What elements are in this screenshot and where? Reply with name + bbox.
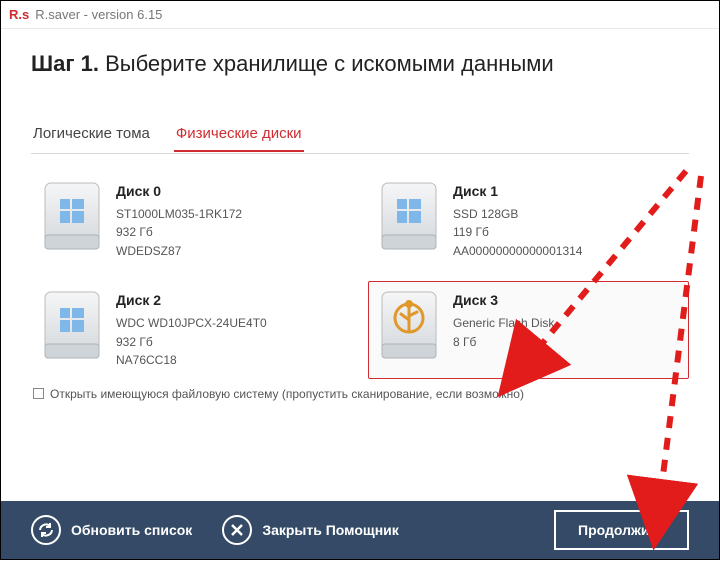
refresh-label: Обновить список [71,522,192,538]
skip-scan-label: Открыть имеющуюся файловую систему (проп… [50,387,524,401]
hdd-windows-icon [42,290,102,362]
hdd-windows-icon [42,181,102,253]
disk-model: ST1000LM035-1RK172 [116,205,242,224]
refresh-icon [31,515,61,545]
disk-title: Диск 2 [116,290,267,312]
disk-size: 8 Гб [453,333,554,352]
disk-size: 932 Гб [116,223,242,242]
disk-model: SSD 128GB [453,205,582,224]
tab-logical-volumes[interactable]: Логические тома [31,119,152,152]
step-number: Шаг 1. [31,51,99,76]
disk-item[interactable]: Диск 0 ST1000LM035-1RK172 932 Гб WDEDSZ8… [31,172,352,269]
footer-bar: Обновить список Закрыть Помощник Продолж… [1,501,719,559]
disk-model: Generic Flash Disk [453,314,554,333]
close-label: Закрыть Помощник [262,522,398,538]
tab-bar: Логические тома Физические диски [31,119,689,153]
titlebar: R.s R.saver - version 6.15 [1,1,719,29]
close-assistant-button[interactable]: Закрыть Помощник [222,515,398,545]
disk-item-selected[interactable]: Диск 3 Generic Flash Disk 8 Гб [368,281,689,378]
disk-serial: NA76CC18 [116,351,267,370]
disk-serial: AA00000000000001314 [453,242,582,261]
app-name: R.saver - version 6.15 [35,7,162,22]
disk-title: Диск 3 [453,290,554,312]
wizard-header: Шаг 1. Выберите хранилище с искомыми дан… [1,29,719,97]
disk-title: Диск 0 [116,181,242,203]
disk-item[interactable]: Диск 2 WDC WD10JPCX-24UE4T0 932 Гб NA76C… [31,281,352,378]
hdd-usb-icon [379,290,439,362]
step-title: Шаг 1. Выберите хранилище с искомыми дан… [31,51,689,77]
continue-button[interactable]: Продолжить [554,510,689,550]
refresh-button[interactable]: Обновить список [31,515,192,545]
close-icon [222,515,252,545]
hdd-windows-icon [379,181,439,253]
disk-item[interactable]: Диск 1 SSD 128GB 119 Гб AA00000000000001… [368,172,689,269]
disk-model: WDC WD10JPCX-24UE4T0 [116,314,267,333]
app-logo: R.s [9,7,29,22]
disk-serial: WDEDSZ87 [116,242,242,261]
tab-physical-disks[interactable]: Физические диски [174,119,304,152]
disk-size: 119 Гб [453,223,582,242]
step-instruction: Выберите хранилище с искомыми данными [105,51,554,76]
disk-title: Диск 1 [453,181,582,203]
disk-grid: Диск 0 ST1000LM035-1RK172 932 Гб WDEDSZ8… [31,172,689,379]
skip-scan-row[interactable]: Открыть имеющуюся файловую систему (проп… [31,387,689,401]
disk-size: 932 Гб [116,333,267,352]
skip-scan-checkbox[interactable] [33,388,44,399]
